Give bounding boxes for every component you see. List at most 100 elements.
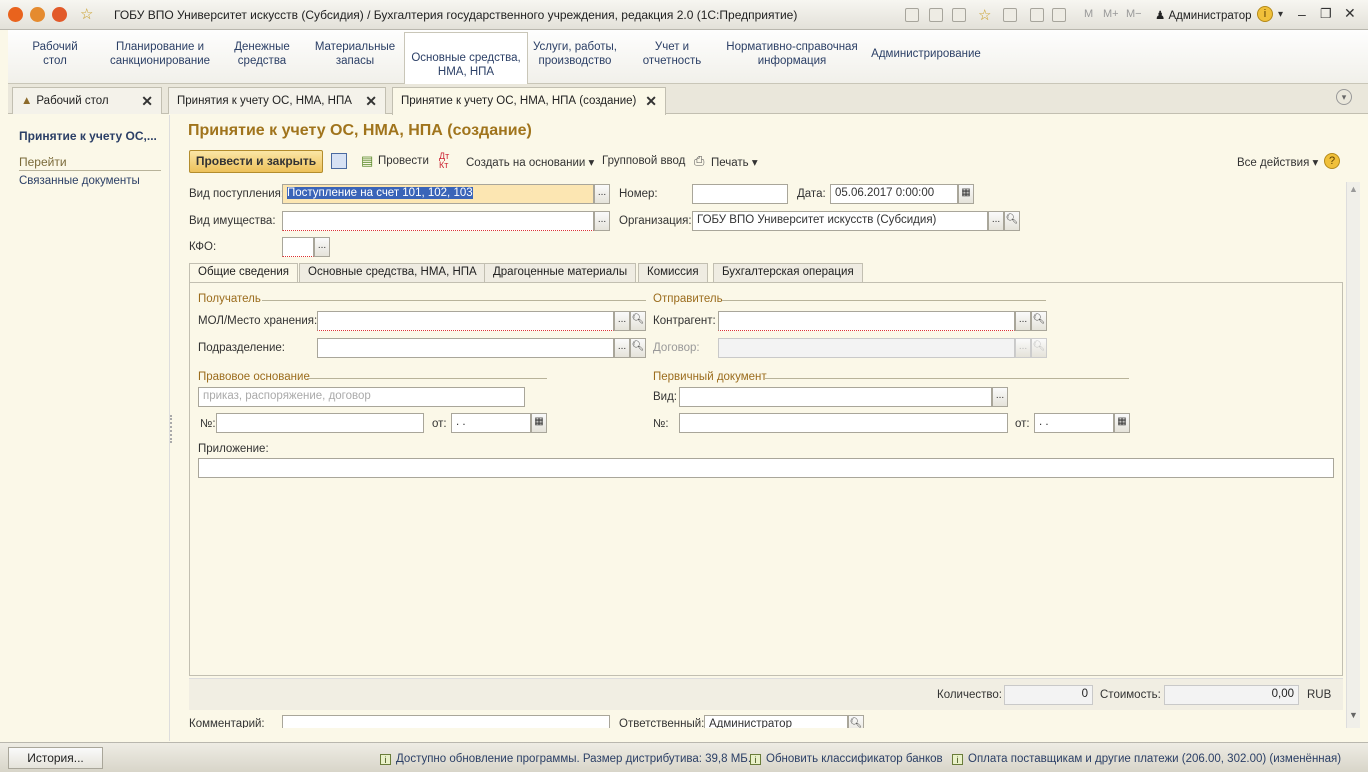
all-actions-button[interactable]: Все действия ▾ xyxy=(1237,155,1318,169)
memory-plus-button[interactable]: M+ xyxy=(1103,8,1119,20)
memory-minus-button[interactable]: M− xyxy=(1126,8,1142,20)
add-favorite-icon[interactable]: ☆ xyxy=(978,6,991,24)
create-based-on-button[interactable]: Создать на основании ▾ xyxy=(466,155,594,169)
tab-accounting-operation[interactable]: Бухгалтерская операция xyxy=(713,263,863,282)
tab-acceptance-create[interactable]: Принятие к учету ОС, НМА, НПА (создание)… xyxy=(392,87,666,115)
pervichnyi-date-field[interactable]: . . xyxy=(1034,413,1114,433)
calculator-icon[interactable] xyxy=(1030,8,1044,22)
minimize-icon[interactable]: – xyxy=(1298,6,1306,22)
tab-fixed-assets[interactable]: Основные средства, НМА, НПА xyxy=(299,263,486,282)
vid-postupleniya-field[interactable]: Поступление на счет 101, 102, 103 xyxy=(287,187,473,199)
favorites-star-icon[interactable]: ☆ xyxy=(80,5,93,23)
tab-acceptance-list[interactable]: Принятия к учету ОС, НМА, НПА ✕ xyxy=(168,87,386,114)
tab-desktop[interactable]: ▲ Рабочий стол ✕ xyxy=(12,87,162,114)
form-scrollbar[interactable]: ▲ ▼ xyxy=(1346,182,1360,728)
section-materials[interactable]: Материальные запасы xyxy=(314,40,396,68)
kontragent-label: Контрагент: xyxy=(653,315,716,327)
tab-general[interactable]: Общие сведения xyxy=(189,263,298,283)
menu-dropdown-icon[interactable] xyxy=(30,7,45,22)
section-desktop[interactable]: Рабочий стол xyxy=(28,40,82,68)
vid-imushchestva-label: Вид имущества: xyxy=(189,215,276,227)
calendar-button[interactable]: ▦ xyxy=(958,184,974,204)
section-fixed-assets[interactable]: Основные средства, НМА, НПА xyxy=(404,32,528,85)
section-money[interactable]: Денежные средства xyxy=(230,40,294,68)
kfo-select-button[interactable]: ... xyxy=(314,237,330,257)
close-tab-icon[interactable]: ✕ xyxy=(141,93,153,110)
data-label: Дата: xyxy=(797,188,826,200)
kontragent-field[interactable] xyxy=(718,311,1015,331)
nav-current-form[interactable]: Принятие к учету ОС,... xyxy=(19,129,157,143)
history-icon[interactable] xyxy=(52,7,67,22)
pervichnyi-vid-field[interactable] xyxy=(679,387,992,407)
group-input-button[interactable]: Групповой ввод xyxy=(602,155,685,167)
dogovor-field xyxy=(718,338,1015,358)
prilozhenie-field[interactable] xyxy=(198,458,1334,478)
pravovoe-calendar-button[interactable]: ▦ xyxy=(531,413,547,433)
mol-search-icon[interactable]: 🔍︎ xyxy=(630,311,646,331)
save-icon[interactable] xyxy=(905,8,919,22)
panel-resize-handle[interactable] xyxy=(170,415,176,443)
otvetstvennyi-field[interactable]: Администратор xyxy=(704,715,848,728)
payments-link[interactable]: i Оплата поставщикам и другие платежи (20… xyxy=(952,753,1341,765)
pervichnyi-ot-label: от: xyxy=(1015,418,1030,430)
mol-field[interactable] xyxy=(317,311,614,331)
kfo-field[interactable] xyxy=(282,237,314,257)
kontragent-search-icon[interactable]: 🔍︎ xyxy=(1031,311,1047,331)
close-tab-icon[interactable]: ✕ xyxy=(365,93,377,110)
organizaciya-field[interactable]: ГОБУ ВПО Университет искусств (Субсидия) xyxy=(692,211,988,231)
print-button[interactable]: Печать ▾ xyxy=(711,155,758,169)
section-reference[interactable]: Нормативно-справочная информация xyxy=(724,40,860,68)
app-logo-icon[interactable] xyxy=(8,7,23,22)
close-tab-icon[interactable]: ✕ xyxy=(645,93,657,110)
post-button[interactable]: Провести xyxy=(378,155,429,167)
dt-kt-icon[interactable]: Дт Кт xyxy=(439,152,449,170)
help-icon[interactable]: ? xyxy=(1324,153,1340,169)
user-menu[interactable]: ♟ Администратор xyxy=(1155,8,1252,22)
podrazdelenie-field[interactable] xyxy=(317,338,614,358)
mol-select-button[interactable]: ... xyxy=(614,311,630,331)
kommentariy-field[interactable] xyxy=(282,715,610,728)
podrazdelenie-search-icon[interactable]: 🔍︎ xyxy=(630,338,646,358)
calendar-icon[interactable] xyxy=(1052,8,1066,22)
kontragent-select-button[interactable]: ... xyxy=(1015,311,1031,331)
organizaciya-search-icon[interactable]: 🔍︎ xyxy=(1004,211,1020,231)
section-services[interactable]: Услуги, работы, производство xyxy=(532,40,618,68)
update-available-link[interactable]: i Доступно обновление программы. Размер д… xyxy=(380,753,751,765)
pervichnyi-vid-select-button[interactable]: ... xyxy=(992,387,1008,407)
save-icon[interactable] xyxy=(331,153,347,169)
close-window-icon[interactable]: ✕ xyxy=(1344,5,1356,22)
memory-m-button[interactable]: M xyxy=(1084,8,1093,20)
pravovoe-num-field[interactable] xyxy=(216,413,424,433)
info-icon[interactable]: i xyxy=(1257,6,1273,22)
update-banks-link[interactable]: i Обновить классификатор банков xyxy=(750,753,943,765)
info-dropdown-icon[interactable]: ▾ xyxy=(1278,9,1283,20)
data-field[interactable]: 05.06.2017 0:00:00 xyxy=(830,184,958,204)
organizaciya-select-button[interactable]: ... xyxy=(988,211,1004,231)
vid-postupleniya-select-button[interactable]: ... xyxy=(594,184,610,204)
vid-imushchestva-select-button[interactable]: ... xyxy=(594,211,610,231)
nomer-field[interactable] xyxy=(692,184,788,204)
pravovoe-osnovanie-field[interactable]: приказ, распоряжение, договор xyxy=(198,387,525,407)
tab-commission[interactable]: Комиссия xyxy=(638,263,708,282)
podrazdelenie-select-button[interactable]: ... xyxy=(614,338,630,358)
vid-imushchestva-field[interactable] xyxy=(282,211,594,231)
history-button[interactable]: История... xyxy=(8,747,103,769)
scroll-up-icon[interactable]: ▲ xyxy=(1349,184,1358,194)
pervichnyi-num-field[interactable] xyxy=(679,413,1008,433)
link-icon[interactable] xyxy=(1003,8,1017,22)
section-administration[interactable]: Администрирование xyxy=(870,47,982,61)
tab-precious-materials[interactable]: Драгоценные материалы xyxy=(484,263,637,282)
restore-icon[interactable]: ❐ xyxy=(1320,6,1332,22)
post-and-close-button[interactable]: Провести и закрыть xyxy=(189,150,323,173)
section-reporting[interactable]: Учет и отчетность xyxy=(640,40,704,68)
otvetstvennyi-search-icon[interactable]: 🔍︎ xyxy=(848,715,864,728)
print-icon[interactable] xyxy=(929,8,943,22)
pervichnyi-calendar-button[interactable]: ▦ xyxy=(1114,413,1130,433)
pravovoe-date-field[interactable]: . . xyxy=(451,413,531,433)
section-planning[interactable]: Планирование и санкционирование xyxy=(110,40,210,68)
preview-icon[interactable] xyxy=(952,8,966,22)
sections-panel: Рабочий стол Планирование и санкциониров… xyxy=(8,30,1368,85)
nav-related-documents[interactable]: Связанные документы xyxy=(19,175,140,187)
scroll-down-icon[interactable]: ▼ xyxy=(1349,710,1358,720)
tabs-scroll-icon[interactable]: ▾ xyxy=(1336,89,1352,105)
